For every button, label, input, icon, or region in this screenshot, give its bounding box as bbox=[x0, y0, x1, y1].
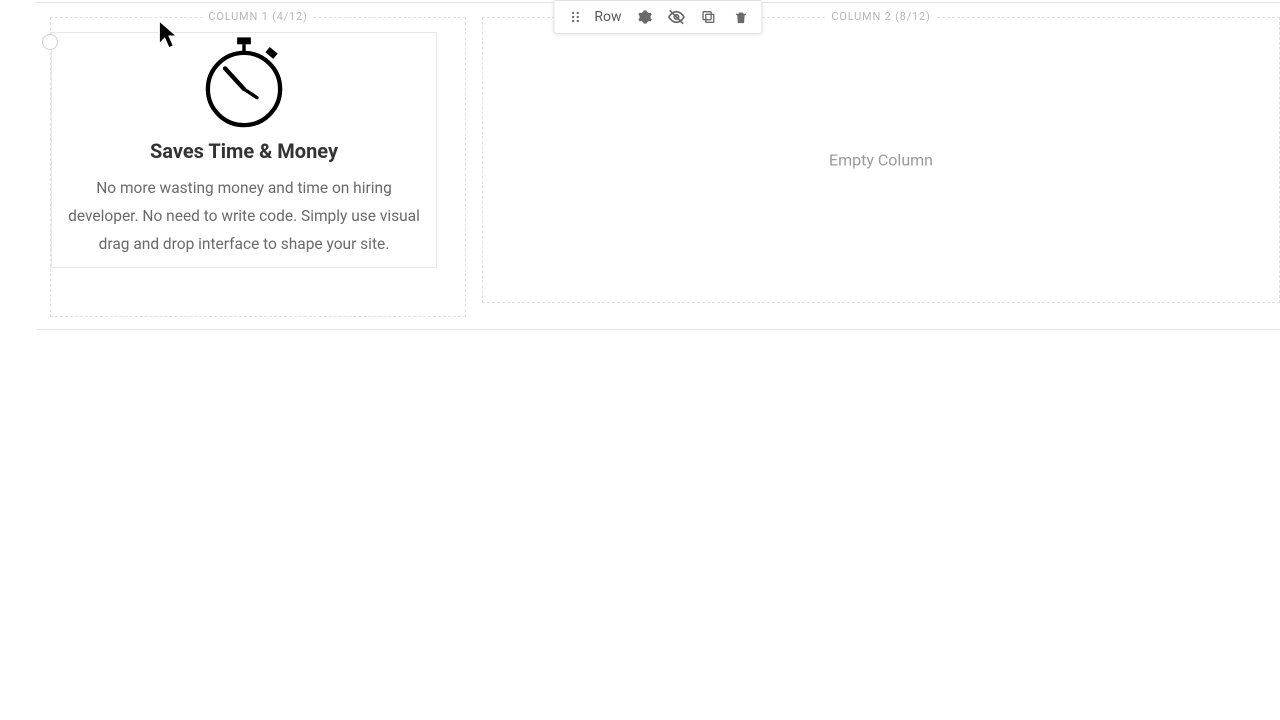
column-2[interactable]: COLUMN 2 (8/12) Empty Column bbox=[482, 17, 1280, 303]
columns-wrap: COLUMN 1 (4/12) Saves Time & Mone bbox=[50, 17, 1280, 315]
card-description: No more wasting money and time on hiring… bbox=[60, 175, 428, 259]
row-container[interactable]: ROW Row bbox=[36, 2, 1280, 330]
stopwatch-icon bbox=[60, 37, 428, 129]
column-1[interactable]: COLUMN 1 (4/12) Saves Time & Mone bbox=[50, 17, 466, 317]
card-heading: Saves Time & Money bbox=[60, 139, 428, 163]
gear-icon[interactable] bbox=[630, 2, 660, 32]
content-card[interactable]: Saves Time & Money No more wasting money… bbox=[51, 32, 437, 268]
copy-icon[interactable] bbox=[694, 2, 724, 32]
column-handle[interactable] bbox=[42, 34, 58, 50]
row-toolbar: Row bbox=[553, 0, 762, 34]
eye-off-icon[interactable] bbox=[662, 2, 692, 32]
toolbar-row-label: Row bbox=[592, 9, 627, 25]
column-2-label: COLUMN 2 (8/12) bbox=[827, 10, 934, 23]
empty-column-text: Empty Column bbox=[829, 151, 933, 170]
trash-icon[interactable] bbox=[726, 2, 756, 32]
column-1-label: COLUMN 1 (4/12) bbox=[204, 10, 311, 23]
drag-handle-icon[interactable] bbox=[560, 2, 590, 32]
builder-canvas[interactable]: ROW Row bbox=[0, 0, 1280, 720]
